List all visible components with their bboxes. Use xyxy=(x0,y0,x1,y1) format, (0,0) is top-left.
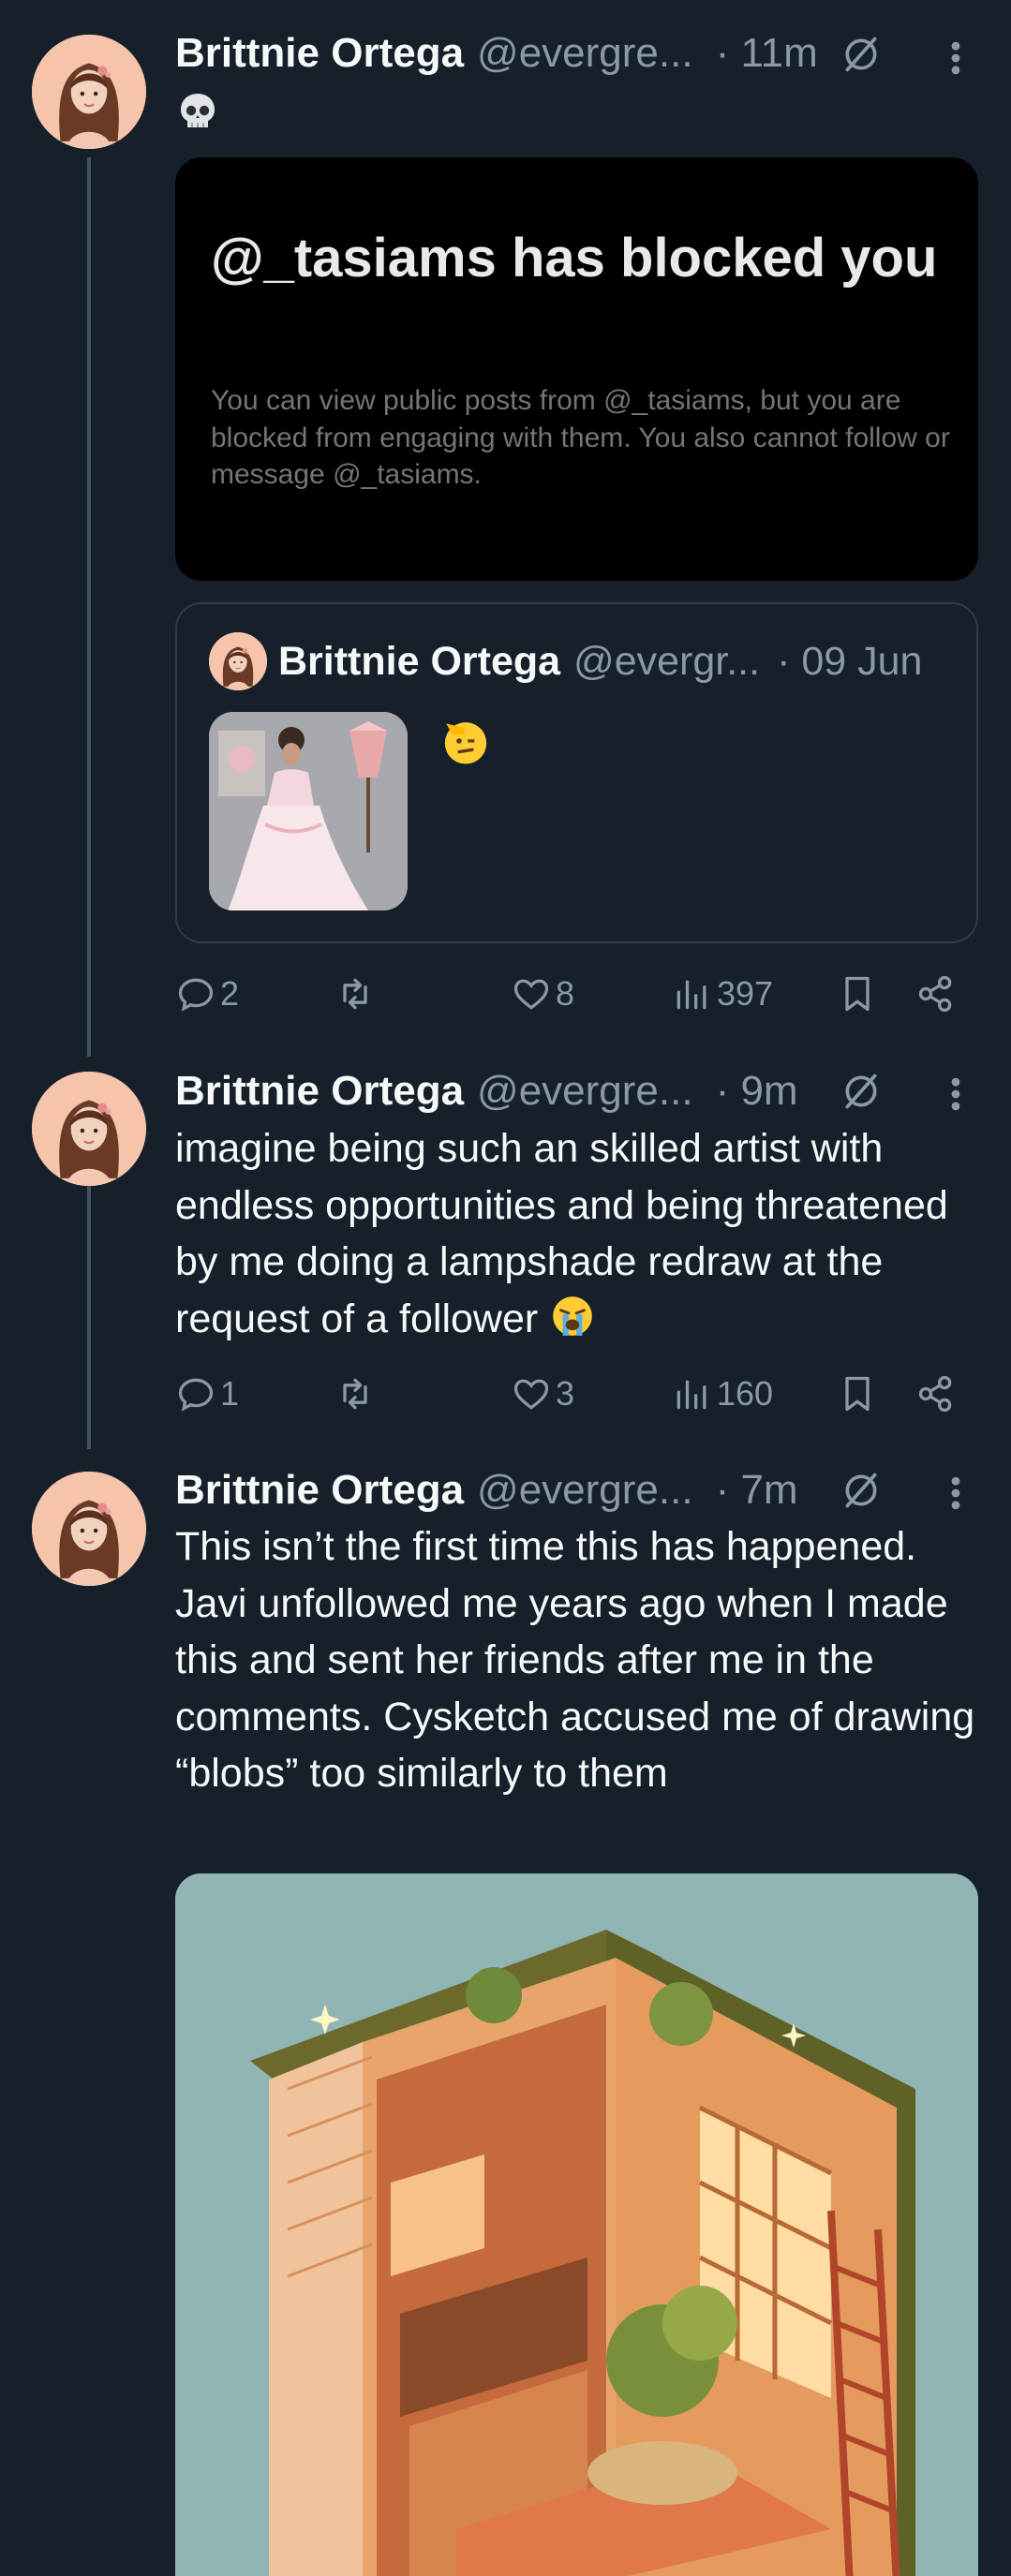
views-button[interactable]: 160 xyxy=(672,1369,773,1418)
bookmark-icon xyxy=(837,1373,878,1414)
quote-author-name: Brittnie Ortega xyxy=(278,638,561,684)
quoted-post-card[interactable]: Brittnie Ortega @evergr... · 09 Jun xyxy=(175,602,978,943)
post-text: This isn’t the first time this has happe… xyxy=(175,1524,975,1796)
view-count: 160 xyxy=(717,1374,774,1413)
like-button[interactable]: 8 xyxy=(511,970,574,1018)
heart-icon xyxy=(511,973,552,1014)
repost-button[interactable] xyxy=(335,1369,379,1418)
post-actions: 1 3 160 xyxy=(175,1369,962,1418)
share-button[interactable] xyxy=(915,970,957,1018)
repost-icon xyxy=(335,973,376,1014)
avatar[interactable] xyxy=(32,35,146,149)
loudly-crying-emoji xyxy=(553,1295,593,1336)
views-button[interactable]: 397 xyxy=(672,970,773,1018)
post-header: Brittnie Ortega @evergre... · 11m xyxy=(175,30,818,77)
post-header: Brittnie Ortega @evergre... · 7m xyxy=(175,1467,798,1514)
post-header: Brittnie Ortega @evergre... · 9m xyxy=(175,1068,798,1115)
reply-icon xyxy=(175,1373,216,1414)
like-button[interactable]: 3 xyxy=(511,1369,574,1418)
saluting-face-emoji xyxy=(444,722,487,764)
skull-emoji xyxy=(181,94,215,127)
avatar[interactable] xyxy=(32,1072,146,1186)
bookmark-icon xyxy=(837,973,878,1014)
author-handle[interactable]: @evergre... xyxy=(477,1068,693,1115)
more-options-icon[interactable] xyxy=(946,1473,965,1514)
author-handle[interactable]: @evergre... xyxy=(477,30,693,77)
quote-time: · 09 Jun xyxy=(777,638,923,684)
avatar[interactable] xyxy=(32,1472,146,1586)
quote-header: Brittnie Ortega @evergr... · 09 Jun xyxy=(278,638,922,685)
more-options-icon[interactable] xyxy=(946,37,965,79)
thread-line-2 xyxy=(87,1182,91,1449)
author-name[interactable]: Brittnie Ortega xyxy=(175,1068,464,1115)
views-icon xyxy=(672,1373,713,1414)
view-count: 397 xyxy=(717,974,774,1013)
grok-icon[interactable] xyxy=(840,34,882,75)
bookmark-button[interactable] xyxy=(837,1369,878,1418)
grok-icon[interactable] xyxy=(840,1470,882,1511)
thread-line-1 xyxy=(87,157,91,1057)
reply-count: 2 xyxy=(220,974,240,1013)
like-count: 8 xyxy=(556,974,575,1013)
reply-button[interactable]: 2 xyxy=(175,970,239,1018)
share-icon xyxy=(915,1373,957,1414)
blocked-title: @_tasiams has blocked you xyxy=(211,228,938,289)
author-name[interactable]: Brittnie Ortega xyxy=(175,30,464,77)
more-options-icon[interactable] xyxy=(946,1073,965,1115)
reply-icon xyxy=(175,973,216,1014)
post-time[interactable]: · 7m xyxy=(716,1467,798,1514)
post-actions: 2 8 397 xyxy=(175,970,962,1018)
reply-button[interactable]: 1 xyxy=(175,1369,239,1418)
post-image[interactable] xyxy=(175,1873,978,2576)
share-button[interactable] xyxy=(915,1369,957,1418)
repost-button[interactable] xyxy=(335,970,379,1018)
post-text: imagine being such an skilled artist wit… xyxy=(175,1120,981,1347)
post-time[interactable]: · 11m xyxy=(716,30,818,77)
reply-count: 1 xyxy=(220,1374,240,1413)
quote-image[interactable] xyxy=(209,712,408,910)
post-time[interactable]: · 9m xyxy=(716,1068,798,1115)
like-count: 3 xyxy=(556,1374,575,1413)
quote-author-handle: @evergr... xyxy=(573,638,761,684)
heart-icon xyxy=(511,1373,552,1414)
share-icon xyxy=(915,973,957,1014)
repost-icon xyxy=(335,1373,376,1414)
grok-icon[interactable] xyxy=(840,1071,882,1112)
author-name[interactable]: Brittnie Ortega xyxy=(175,1467,464,1514)
blocked-description: You can view public posts from @_tasiams… xyxy=(211,385,950,490)
views-icon xyxy=(672,973,713,1014)
bookmark-button[interactable] xyxy=(837,970,878,1018)
quote-avatar xyxy=(209,632,267,690)
blocked-notice-card: @_tasiams has blocked you You can view p… xyxy=(175,157,978,581)
author-handle[interactable]: @evergre... xyxy=(477,1467,693,1514)
